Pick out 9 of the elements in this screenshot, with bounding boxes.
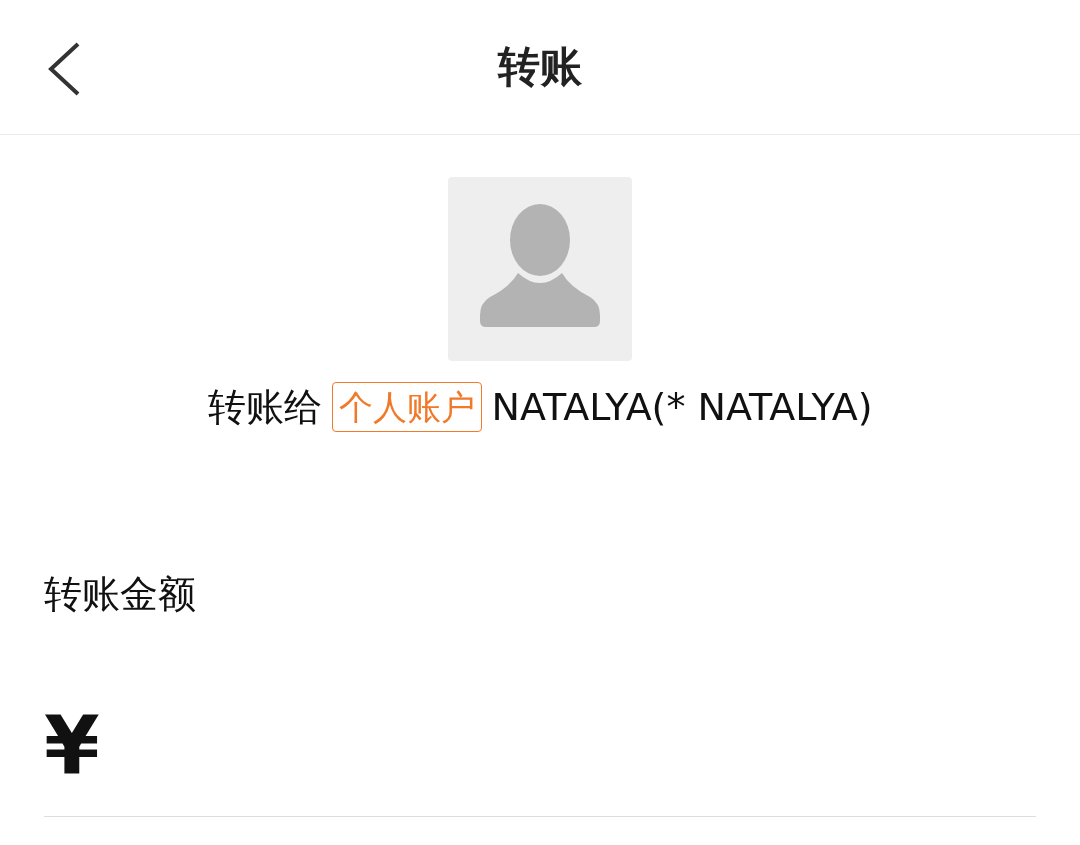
recipient-name: NATALYA(* NATALYA) bbox=[491, 385, 873, 429]
amount-field[interactable]: ¥ bbox=[44, 701, 1036, 817]
avatar-icon bbox=[448, 177, 632, 361]
amount-label: 转账金额 bbox=[44, 571, 196, 618]
account-type-tag: 个人账户 bbox=[331, 382, 482, 432]
currency-symbol: ¥ bbox=[44, 701, 100, 791]
page-title: 转账 bbox=[498, 41, 582, 93]
back-icon[interactable] bbox=[47, 42, 81, 96]
transfer-to-label: 转账给 bbox=[207, 383, 322, 431]
